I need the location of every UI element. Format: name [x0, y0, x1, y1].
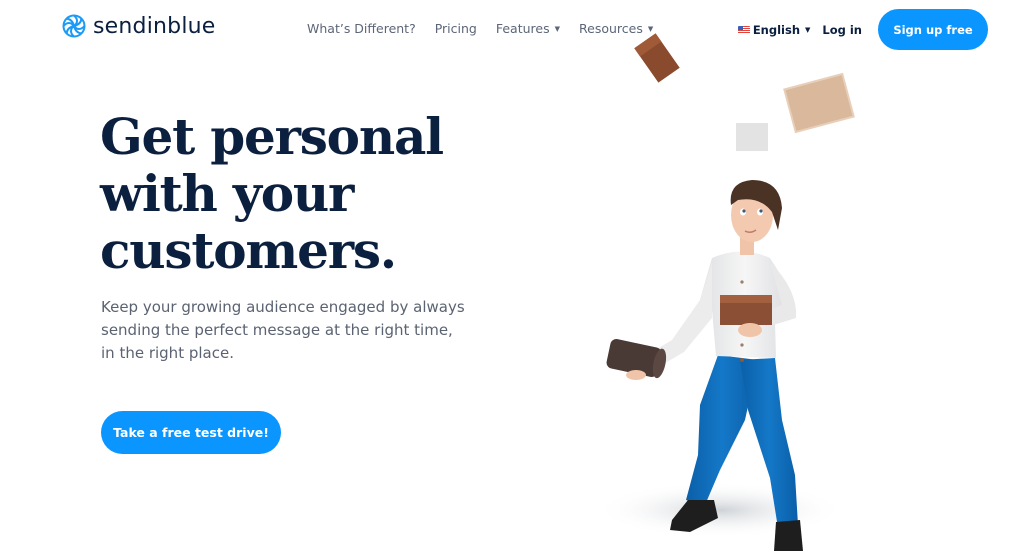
hero-title-line: Get personal	[100, 107, 444, 166]
flying-block-dark	[634, 33, 680, 83]
right-shoe	[774, 520, 803, 551]
belt-button	[740, 358, 744, 362]
floor-shadow	[595, 482, 845, 538]
juggling-man-illustration	[580, 28, 880, 551]
flying-block-light	[783, 72, 855, 134]
free-test-drive-button[interactable]: Take a free test drive!	[101, 411, 281, 454]
illustration-canvas	[595, 33, 855, 551]
hero-title: Get personal with your customers.	[100, 108, 500, 279]
nav-link-features[interactable]: Features ▼	[496, 21, 560, 36]
right-hand	[738, 323, 762, 337]
hero-subtitle-line: sending the perfect message at the right…	[101, 321, 453, 339]
left-hand	[626, 370, 646, 380]
brand-name: sendinblue	[93, 13, 216, 39]
nav-link-label: What’s Different?	[307, 21, 416, 36]
hero-subtitle-line: Keep your growing audience engaged by al…	[101, 298, 465, 316]
nav-link-label: Pricing	[434, 21, 477, 36]
hero-subtitle-line: in the right place.	[101, 344, 234, 362]
held-block-brick	[720, 295, 772, 325]
caret-down-icon: ▼	[554, 24, 560, 33]
signup-button[interactable]: Sign up free	[878, 9, 988, 50]
sendinblue-swirl-icon	[62, 14, 86, 38]
nav-link-label: Features	[495, 21, 550, 36]
nav-link-whats-different[interactable]: What’s Different?	[307, 21, 416, 36]
hero-subtitle: Keep your growing audience engaged by al…	[101, 296, 481, 365]
hero-title-line: customers.	[100, 221, 397, 280]
hero-title-line: with your	[100, 164, 354, 223]
sendinblue-logo[interactable]: sendinblue	[61, 13, 216, 39]
flying-block-white	[736, 123, 768, 151]
nav-link-pricing[interactable]: Pricing	[435, 21, 477, 36]
